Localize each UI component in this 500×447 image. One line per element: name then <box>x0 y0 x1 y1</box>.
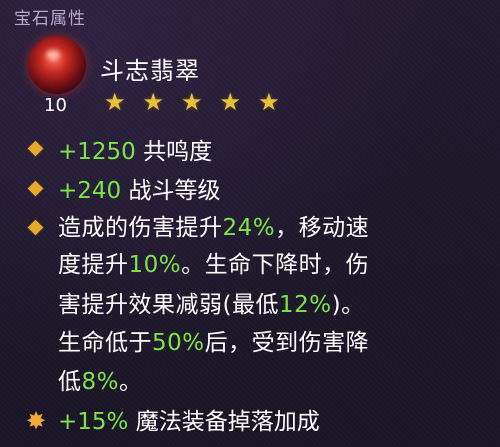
effect-line: 生命低于50%后，受到伤害降 <box>58 330 370 356</box>
diamond-bullet-icon <box>27 219 44 236</box>
gem-tooltip-panel: 宝石属性 10 斗志翡翠 ★ ★ ★ ★ ★ +1250 共鸣度 +240 战斗… <box>0 0 500 447</box>
stat-combat-level: +240 战斗等级 <box>58 178 221 204</box>
star-icon: ★ <box>219 88 242 116</box>
stat-resonance: +1250 共鸣度 <box>58 139 213 165</box>
diamond-bullet-icon <box>27 140 44 157</box>
gem-name: 斗志翡翠 <box>100 57 200 85</box>
gem-level: 10 <box>44 95 67 116</box>
gem-icon <box>28 36 86 94</box>
effect-line: 度提升10%。生命下降时，伤 <box>58 252 370 278</box>
effect-line: 造成的伤害提升24%，移动速 <box>58 215 370 241</box>
sparkle-bullet-icon: ✸ <box>26 407 47 435</box>
star-icon: ★ <box>258 88 280 116</box>
effect-line: 害提升效果减弱(最低12%)。 <box>58 292 365 318</box>
stat-magic-drop: +15% 魔法装备掉落加成 <box>58 409 320 435</box>
tooltip-header: 宝石属性 <box>14 9 86 29</box>
star-icon: ★ <box>181 88 203 116</box>
star-rating: ★ ★ ★ ★ ★ <box>104 90 280 114</box>
star-icon: ★ <box>142 88 165 116</box>
star-icon: ★ <box>104 88 126 116</box>
diamond-bullet-icon <box>27 180 44 197</box>
effect-line: 低8%。 <box>58 369 143 395</box>
